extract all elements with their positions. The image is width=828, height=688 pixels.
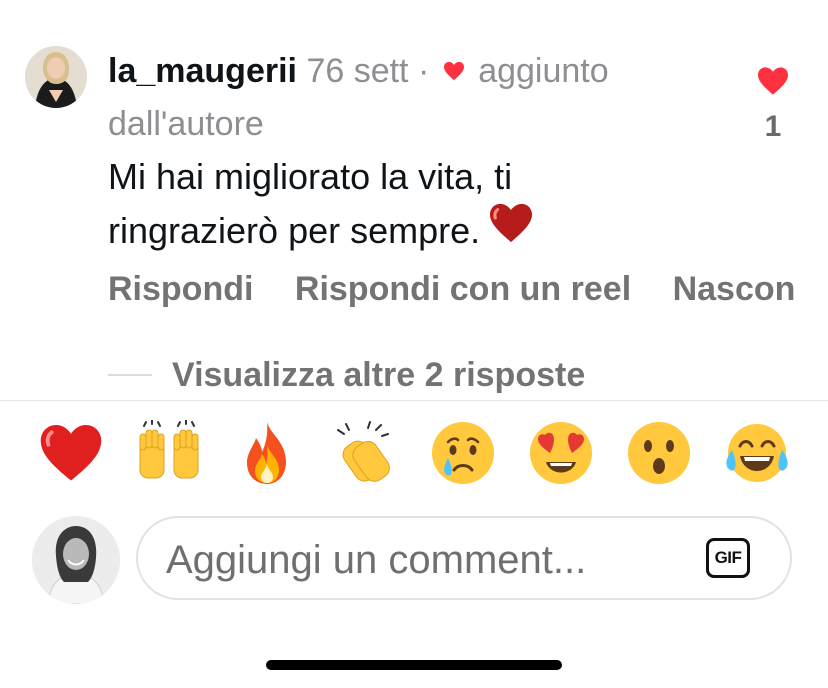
reply-with-reel-button[interactable]: Rispondi con un reel [295,270,631,308]
comment-body: Mi hai migliorato la vita, ti ringrazier… [108,152,668,265]
fire-emoji-icon[interactable] [234,420,300,486]
username[interactable]: la_maugerii [108,52,297,90]
like-column: 1 [748,66,798,144]
current-user-avatar[interactable] [32,516,120,604]
view-more-replies-link[interactable]: Visualizza altre 2 risposte [172,356,585,395]
crying-face-emoji-icon[interactable] [430,420,496,486]
separator-dot: · [417,51,430,90]
comment-item: la_maugerii 76 sett · aggiunto dall'auto… [0,0,828,400]
comment-input[interactable]: Aggiungi un comment... GIF [136,516,792,600]
red-heart-emoji-icon [488,202,534,257]
comment-header: la_maugerii 76 sett · aggiunto dall'auto… [108,46,708,148]
author-avatar[interactable] [25,46,87,108]
hide-button[interactable]: Nascon [673,270,796,308]
astonished-face-emoji-icon[interactable] [626,420,692,486]
comment-actions: Rispondi Rispondi con un reel Nascon [108,270,827,309]
gif-button[interactable]: GIF [706,538,750,578]
heart-eyes-emoji-icon[interactable] [528,420,594,486]
emoji-quick-bar [0,419,828,496]
like-count: 1 [764,110,782,143]
red-heart-emoji-icon[interactable] [38,420,104,486]
section-divider [0,400,828,401]
tears-of-joy-emoji-icon[interactable] [724,420,790,486]
comment-input-placeholder: Aggiungi un comment... [166,538,587,582]
view-replies[interactable]: Visualizza altre 2 risposte [108,350,585,400]
raising-hands-emoji-icon[interactable] [136,419,202,486]
replies-divider-line [108,374,152,376]
comment-text: Mi hai migliorato la vita, ti ringrazier… [108,156,513,252]
heart-icon [443,46,465,94]
like-heart-icon[interactable] [748,66,798,96]
home-indicator[interactable] [266,660,562,670]
comment-composer: Aggiungi un comment... GIF [0,516,828,606]
clapping-hands-emoji-icon[interactable] [332,420,398,486]
reply-button[interactable]: Rispondi [108,270,253,308]
comment-time: 76 sett [306,51,409,90]
